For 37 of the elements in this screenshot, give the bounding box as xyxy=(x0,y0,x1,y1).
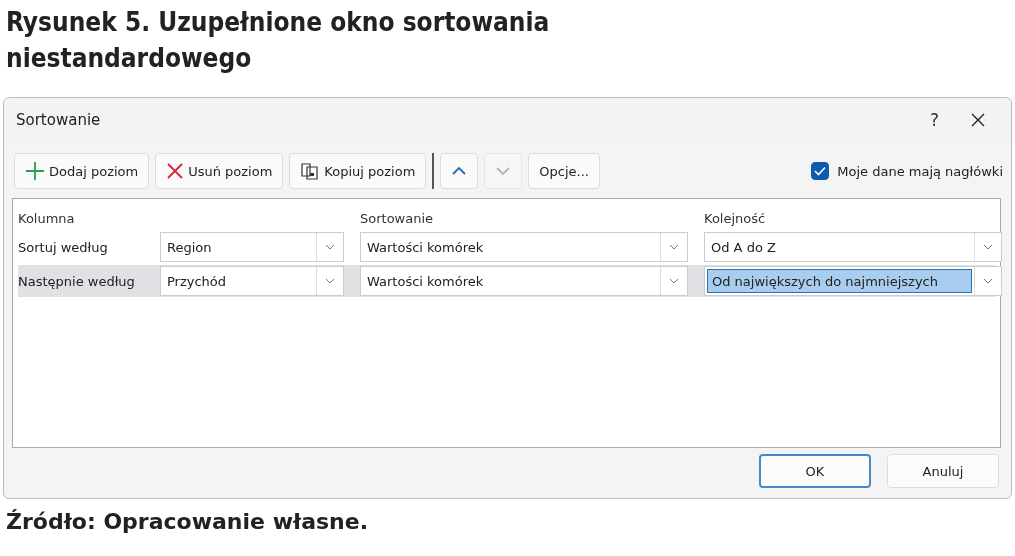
cross-icon xyxy=(166,162,185,180)
column-header: Sortowanie xyxy=(360,210,435,226)
chevron-down-icon xyxy=(669,244,679,250)
ok-button[interactable]: OK xyxy=(759,454,871,488)
column-header: Kolumna xyxy=(18,210,76,226)
dropdown[interactable]: Od A do Z xyxy=(704,232,1002,262)
figure-caption: Rysunek 5. Uzupełnione okno sortowania niestandardowego xyxy=(5,6,551,75)
checkbox-label: Moje dane mają nagłówki xyxy=(837,163,1003,179)
row-label[interactable]: Sortuj według xyxy=(18,231,160,263)
copy-icon xyxy=(300,161,321,181)
row-label[interactable]: Następnie według xyxy=(18,265,160,297)
dropdown[interactable]: Wartości komórek xyxy=(360,232,688,262)
check-icon xyxy=(814,166,827,176)
copy-level-button[interactable]: Kopiuj poziom xyxy=(289,153,427,189)
chevron-down-icon xyxy=(983,278,993,284)
cancel-button[interactable]: Anuluj xyxy=(887,454,999,488)
close-icon xyxy=(971,113,985,127)
chevron-up-icon xyxy=(451,166,468,176)
chevron-down-icon xyxy=(325,244,335,250)
checkbox[interactable] xyxy=(811,162,830,180)
dropdown[interactable]: Wartości komórek xyxy=(360,266,688,296)
plus-icon xyxy=(25,161,45,181)
dropdown[interactable]: Od największych do najmniejszych xyxy=(704,266,1002,296)
chevron-down-icon xyxy=(325,278,335,284)
help-button[interactable]: ? xyxy=(921,110,947,130)
delete-level-button[interactable]: Usuń poziom xyxy=(155,153,284,189)
chevron-down-icon xyxy=(669,278,679,284)
chevron-down-icon xyxy=(983,244,993,250)
chevron-down-icon xyxy=(495,166,512,176)
dropdown[interactable]: Region xyxy=(160,232,344,262)
column-header: Kolejność xyxy=(704,210,767,226)
move-up-button[interactable] xyxy=(440,153,479,189)
options-button[interactable]: Opcje... xyxy=(528,153,600,189)
dropdown[interactable]: Przychód xyxy=(160,266,344,296)
source-note: Źródło: Opracowanie własne. xyxy=(5,508,370,534)
add-level-button[interactable]: Dodaj poziom xyxy=(14,153,150,189)
window-title: Sortowanie xyxy=(16,111,101,129)
